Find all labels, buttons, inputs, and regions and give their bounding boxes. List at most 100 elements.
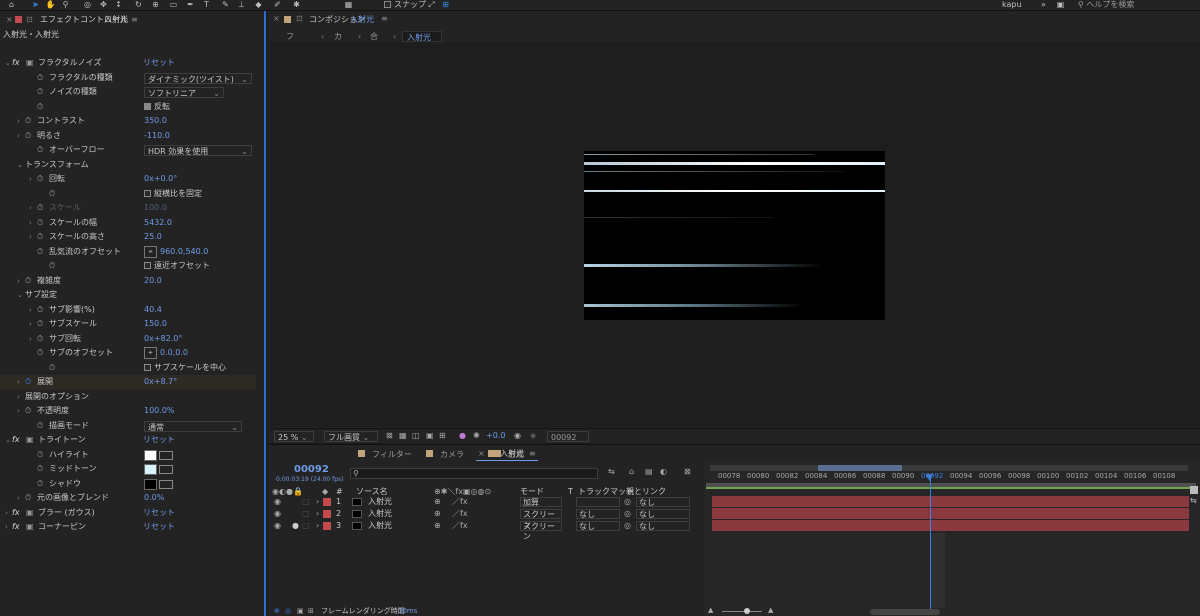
matte-dropdown[interactable]: なし — [576, 509, 620, 519]
effect-row[interactable]: › ⏱ 元の画像とブレンド 0.0% — [0, 491, 256, 506]
dolly-tool-icon[interactable]: ↕ — [113, 0, 124, 10]
layer-name[interactable]: 入射光 — [368, 508, 392, 520]
effect-row[interactable]: ⏱ ハイライト — [0, 448, 256, 463]
layer-track-1[interactable] — [712, 496, 1189, 507]
text-tool-icon[interactable]: T — [201, 0, 212, 10]
effect-switch-icon[interactable]: ／fx — [452, 508, 468, 520]
property-value[interactable]: 25.0 — [144, 230, 162, 245]
anchor-tool-icon[interactable]: ⊕ — [150, 0, 161, 10]
effect-row[interactable]: ⌄ fx ▣ トライトーン リセット — [0, 433, 256, 448]
zoom-slider[interactable] — [722, 611, 762, 612]
effect-row[interactable]: › ⏱ サブ影響(%) 40.4 — [0, 303, 256, 318]
stopwatch-icon[interactable]: ⏱ — [37, 172, 43, 187]
stopwatch-icon[interactable]: ⏱ — [37, 332, 43, 347]
reset-link[interactable]: リセット — [143, 520, 175, 535]
effect-row[interactable]: ⏱ 遠近オフセット — [0, 259, 256, 274]
eyedropper-icon[interactable] — [159, 479, 173, 489]
effect-row[interactable]: › ⏱ 不透明度 100.0% — [0, 404, 256, 419]
layer-switches-icon[interactable]: ⊕ — [274, 606, 280, 616]
guides-icon[interactable]: ▣ — [426, 431, 434, 440]
quality-dropdown[interactable]: フル画質 ⌄ — [324, 431, 378, 442]
zoom-in-icon[interactable]: ▲ — [768, 606, 773, 614]
layer-row[interactable]: ◉ ▢ › 1 入射光 ⊕ ／fx 加算 ◎ なし — [270, 496, 702, 508]
eyedropper-icon[interactable] — [159, 450, 173, 460]
property-dropdown[interactable]: 通常 ⌄ — [144, 420, 242, 432]
hand-tool-icon[interactable]: ✋ — [45, 0, 56, 10]
motion-blur-icon[interactable]: ◐ — [660, 467, 667, 476]
stopwatch-icon[interactable]: ⏱ — [37, 303, 43, 318]
property-value[interactable]: 20.0 — [144, 274, 162, 289]
property-checkbox[interactable]: 反転 — [144, 100, 170, 115]
color-swatch[interactable] — [144, 449, 157, 461]
property-value[interactable]: 0x+8.7° — [144, 375, 177, 390]
property-dropdown[interactable]: HDR 効果を使用 ⌄ — [144, 145, 252, 156]
parent-dropdown[interactable]: なし — [636, 497, 690, 507]
stopwatch-icon[interactable]: ⏱ — [25, 404, 31, 419]
property-value[interactable]: 0x+0.0° — [144, 172, 177, 187]
stopwatch-icon[interactable]: ⏱ — [37, 201, 43, 216]
snap-toggle[interactable]: スナップ — [384, 0, 426, 10]
effect-row[interactable]: › ⏱ 明るさ -110.0 — [0, 129, 256, 144]
pickwhip-icon[interactable]: ◎ — [624, 508, 631, 520]
snap-checkbox[interactable] — [384, 1, 391, 8]
snap-edges-icon[interactable]: ⤢ — [426, 0, 437, 10]
breadcrumb-current[interactable]: 入射光 — [402, 31, 442, 42]
layer-search-input[interactable]: ⚲ — [350, 468, 598, 479]
stopwatch-icon[interactable]: ⏱ — [37, 448, 43, 463]
mode-dropdown[interactable]: スクリーン — [520, 509, 562, 529]
chevron-right-icon[interactable]: › — [29, 303, 32, 318]
workspace-more-icon[interactable]: » — [1038, 0, 1049, 10]
pen-tool-icon[interactable]: ✒ — [185, 0, 196, 10]
region-of-interest-icon[interactable]: ⊠ — [386, 431, 393, 440]
effect-row[interactable]: ⌄ トランスフォーム — [0, 158, 256, 173]
effect-row[interactable]: ⏱ サブのオフセット ⌖ 0.0,0.0 — [0, 346, 256, 361]
chevron-down-icon[interactable]: ⌄ — [17, 158, 23, 173]
property-value[interactable]: 100.0 — [144, 201, 167, 216]
lock-toggle-icon[interactable]: ▢ — [302, 520, 310, 532]
zoom-dropdown[interactable]: 25 % ⌄ — [274, 431, 314, 442]
chevron-right-icon[interactable]: › — [17, 274, 20, 289]
chevron-right-icon[interactable]: › — [316, 520, 319, 532]
stopwatch-icon[interactable]: ⏱ — [37, 85, 43, 100]
stopwatch-icon[interactable]: ⏱ — [25, 375, 31, 390]
composition-canvas[interactable] — [584, 151, 885, 320]
visibility-eye-icon[interactable]: ◉ — [274, 496, 281, 508]
home-icon[interactable]: ⌂ — [6, 0, 17, 10]
snap-features-icon[interactable]: ⊞ — [440, 0, 451, 10]
chevron-right-icon[interactable]: › — [5, 520, 8, 535]
effect-row[interactable]: › ⏱ スケールの高さ 25.0 — [0, 230, 256, 245]
property-checkbox[interactable]: サブスケールを中心 — [144, 361, 226, 376]
playhead-line[interactable] — [930, 475, 931, 610]
panel-menu-icon[interactable]: ≡ — [529, 446, 536, 461]
tab-filter[interactable]: フィルター — [372, 449, 412, 460]
chevron-right-icon[interactable]: › — [5, 506, 8, 521]
stopwatch-icon[interactable]: ⏱ — [37, 71, 43, 86]
reset-link[interactable]: リセット — [143, 506, 175, 521]
effect-row[interactable]: ⏱ サブスケールを中心 — [0, 361, 256, 376]
property-value[interactable]: 0.0,0.0 — [160, 346, 188, 361]
fx-toggle-icon[interactable]: fx — [12, 520, 20, 535]
comp-flowchart-icon[interactable]: ⇆ — [608, 467, 615, 476]
stopwatch-icon[interactable]: ⏱ — [37, 143, 43, 158]
stopwatch-icon[interactable]: ⏱ — [25, 274, 31, 289]
effect-row[interactable]: ⏱ 乱気流のオフセット ⌖ 960.0,540.0 — [0, 245, 256, 260]
timeline-end-marker[interactable] — [1190, 486, 1198, 494]
chevron-down-icon[interactable]: ⌄ — [5, 56, 11, 71]
layer-name[interactable]: 入射光 — [368, 496, 392, 508]
effect-row[interactable]: ⏱ ミッドトーン — [0, 462, 256, 477]
transparency-grid-icon[interactable]: ▦ — [399, 431, 407, 440]
shy-switch-icon[interactable]: ⊕ — [434, 508, 441, 520]
chevron-right-icon[interactable]: › — [29, 317, 32, 332]
layer-track-3[interactable] — [712, 520, 1189, 531]
roto-brush-icon[interactable]: ✐ — [272, 0, 283, 10]
horizontal-scrollbar[interactable] — [870, 609, 940, 615]
lock-toggle-icon[interactable]: ▢ — [302, 508, 310, 520]
parent-dropdown[interactable]: なし — [636, 509, 690, 519]
stopwatch-icon[interactable]: ⏱ — [37, 317, 43, 332]
grid-icon[interactable]: ⊞ — [439, 431, 446, 440]
zoom-slider-thumb[interactable] — [744, 608, 750, 614]
effect-row[interactable]: ⏱ 描画モード 通常 ⌄ — [0, 419, 256, 434]
matte-dropdown[interactable] — [576, 497, 620, 507]
effect-row[interactable]: › ⏱ 回転 0x+0.0° — [0, 172, 256, 187]
panel-menu-icon[interactable]: ≡ — [381, 14, 388, 23]
